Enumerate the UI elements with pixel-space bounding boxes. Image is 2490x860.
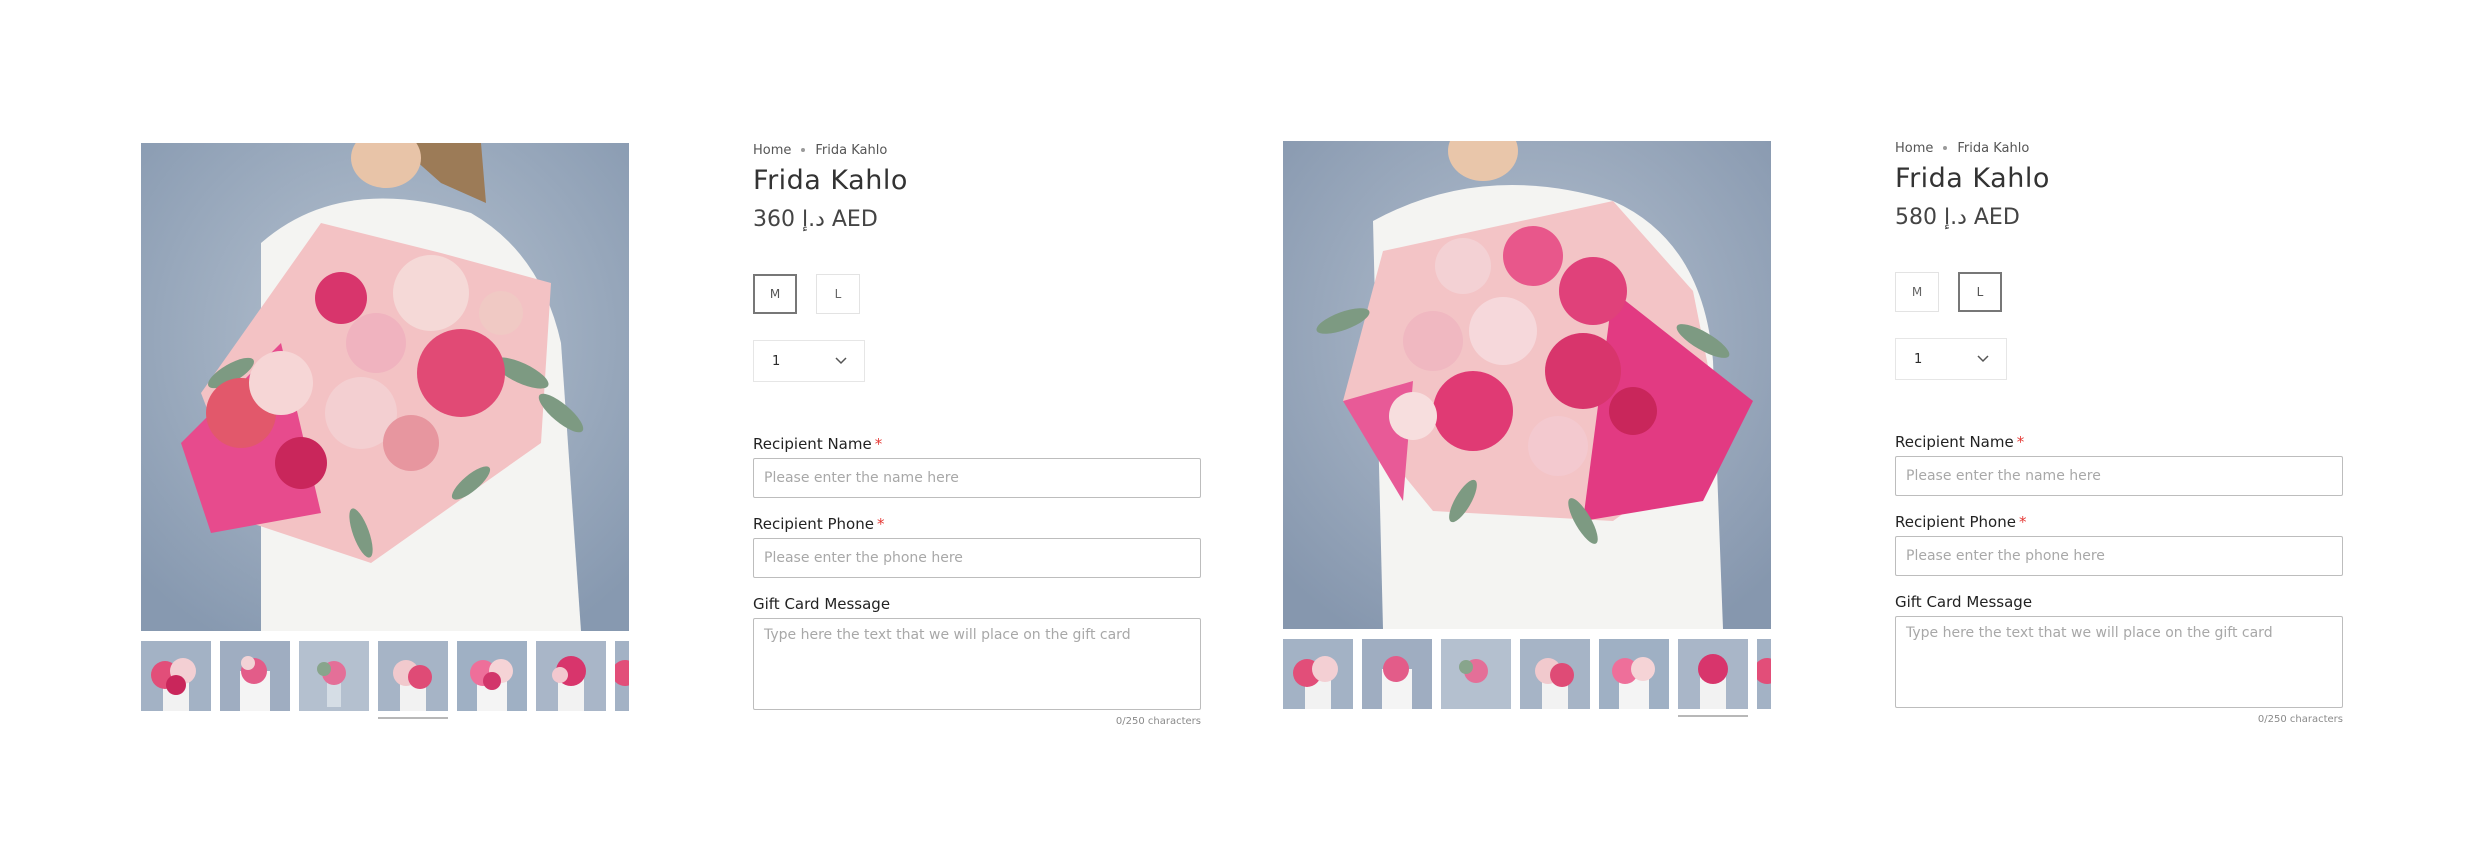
character-counter: 0/250 characters [2257,714,2343,725]
dot-icon [1943,146,1948,150]
size-option-m[interactable]: M [1895,272,1939,312]
recipient-phone-input[interactable] [753,538,1201,578]
thumbnail[interactable] [1678,639,1748,709]
recipient-name-label: Recipient Name * [753,435,883,453]
thumbnail[interactable] [1362,639,1432,709]
bouquet-image [1283,141,1771,629]
thumbnail[interactable] [1599,639,1669,709]
required-mark: * [2018,513,2027,531]
recipient-name-group: Recipient Name * [1895,433,2345,496]
thumbnail[interactable] [299,641,369,711]
required-mark: * [874,435,883,453]
thumbnail[interactable] [1441,639,1511,709]
thumbnail[interactable] [1283,639,1353,709]
gift-message-textarea[interactable] [753,618,1201,710]
required-mark: * [2016,433,2025,451]
size-option-l[interactable]: L [816,274,860,314]
character-counter: 0/250 characters [1115,716,1201,727]
quantity-select[interactable]: 1 [753,340,865,382]
gift-message-group: Gift Card Message 0/250 characters [1895,593,2345,725]
product-panel: Home Frida Kahlo Frida Kahlo 360 د.إ AED… [0,0,1245,860]
product-title: Frida Kahlo [1895,163,2050,194]
recipient-name-input[interactable] [753,458,1201,498]
gift-message-label: Gift Card Message [753,595,891,613]
recipient-phone-input[interactable] [1895,536,2343,576]
product-price: 360 د.إ AED [753,207,878,232]
chevron-down-icon [1977,355,1989,363]
breadcrumb-home[interactable]: Home [1895,141,1933,156]
thumbnail[interactable] [378,641,448,711]
recipient-name-input[interactable] [1895,456,2343,496]
size-selector: M L [753,274,1203,318]
breadcrumb: Home Frida Kahlo [1895,139,2345,157]
size-option-l[interactable]: L [1958,272,2002,312]
thumbnail[interactable] [1757,639,1771,709]
thumbnail[interactable] [457,641,527,711]
quantity-value: 1 [772,353,781,369]
active-thumbnail-indicator [378,717,448,719]
thumbnail[interactable] [141,641,211,711]
breadcrumb-home[interactable]: Home [753,143,791,158]
thumbnail[interactable] [615,641,629,711]
breadcrumb-current: Frida Kahlo [815,142,888,158]
recipient-name-label: Recipient Name * [1895,433,2025,451]
thumbnail-strip [1283,639,1771,719]
product-title: Frida Kahlo [753,165,908,196]
breadcrumb: Home Frida Kahlo [753,141,1203,159]
thumbnail-strip [141,641,629,721]
recipient-phone-label: Recipient Phone * [1895,513,2027,531]
recipient-phone-group: Recipient Phone * [1895,513,2345,576]
thumbnail[interactable] [1520,639,1590,709]
main-product-image[interactable] [1283,141,1771,629]
size-selector: M L [1895,272,2345,316]
main-product-image[interactable] [141,143,629,631]
gift-message-label: Gift Card Message [1895,593,2033,611]
gift-message-group: Gift Card Message 0/250 characters [753,595,1203,727]
required-mark: * [876,515,885,533]
product-info: Home Frida Kahlo Frida Kahlo 580 د.إ AED… [1895,139,2345,725]
quantity-select[interactable]: 1 [1895,338,2007,380]
recipient-name-group: Recipient Name * [753,435,1203,498]
product-panel: Home Frida Kahlo Frida Kahlo 580 د.إ AED… [1142,0,2387,860]
product-price: 580 د.إ AED [1895,205,2020,230]
thumbnail[interactable] [220,641,290,711]
quantity-value: 1 [1914,351,1923,367]
chevron-down-icon [835,357,847,365]
breadcrumb-current: Frida Kahlo [1957,140,2030,156]
recipient-phone-group: Recipient Phone * [753,515,1203,578]
dot-icon [801,148,806,152]
active-thumbnail-indicator [1678,715,1748,717]
product-info: Home Frida Kahlo Frida Kahlo 360 د.إ AED… [753,141,1203,727]
bouquet-image [141,143,629,631]
recipient-phone-label: Recipient Phone * [753,515,885,533]
size-option-m[interactable]: M [753,274,797,314]
thumbnail[interactable] [536,641,606,711]
gift-message-textarea[interactable] [1895,616,2343,708]
